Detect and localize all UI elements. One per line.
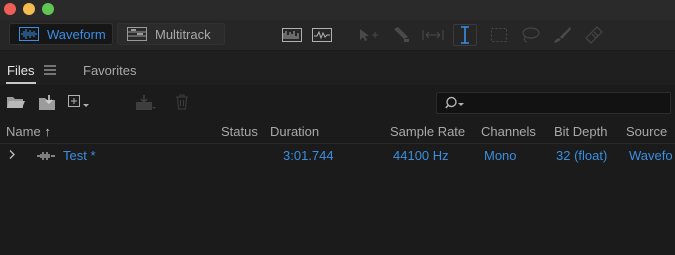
file-bit-depth: 32 (float) [556,148,608,163]
column-header-channels[interactable]: Channels [481,124,536,139]
close-window-button[interactable] [4,3,16,15]
column-header-duration[interactable]: Duration [270,124,319,139]
files-panel-header: Files Favorites [0,51,675,85]
column-header-source[interactable]: Source [626,124,667,139]
open-file-icon[interactable] [6,94,26,110]
spectral-frequency-display-icon[interactable] [280,24,304,46]
file-sample-rate: 44100 Hz [393,148,449,163]
main-toolbar: Waveform Multitrack [0,20,675,51]
column-header-bit-depth[interactable]: Bit Depth [554,124,607,139]
waveform-mode-label: Waveform [47,26,106,42]
file-channels: Mono [484,148,517,163]
marquee-selection-tool-icon[interactable] [487,24,511,46]
column-header-status[interactable]: Status [221,124,258,139]
new-file-icon[interactable] [67,94,91,110]
file-duration: 3:01.744 [283,148,334,163]
search-input[interactable] [436,92,671,114]
file-name[interactable]: Test * [63,148,96,163]
move-tool-icon[interactable] [356,24,380,46]
column-header-sample-rate[interactable]: Sample Rate [390,124,465,139]
spectral-pitch-display-icon[interactable] [310,24,334,46]
zoom-window-button[interactable] [42,3,54,15]
time-selection-tool-icon[interactable] [453,24,477,46]
waveform-mode-button[interactable]: Waveform [9,23,113,45]
column-header-name[interactable]: Name ↑ [6,124,51,139]
tab-favorites[interactable]: Favorites [83,63,136,78]
slip-tool-icon[interactable] [421,24,445,46]
insert-into-multitrack-icon[interactable] [135,94,157,112]
sort-ascending-icon: ↑ [44,124,51,139]
waveform-icon [19,27,39,41]
minimize-window-button[interactable] [23,3,35,15]
header-divider [0,143,675,144]
multitrack-mode-button[interactable]: Multitrack [117,23,225,45]
tab-files[interactable]: Files [7,63,34,78]
lasso-selection-tool-icon[interactable] [518,24,542,46]
chevron-right-icon[interactable] [8,149,16,160]
search-icon [445,96,464,109]
audio-file-icon [37,152,55,160]
active-tab-indicator [6,82,36,84]
panel-menu-icon[interactable] [44,65,56,75]
file-source: Wavefo [629,148,673,163]
brush-selection-tool-icon[interactable] [550,24,574,46]
import-file-icon[interactable] [37,94,59,112]
spot-healing-brush-icon[interactable] [582,24,606,46]
title-bar [0,0,675,20]
multitrack-mode-label: Multitrack [155,26,211,42]
razor-tool-icon[interactable] [389,24,413,46]
multitrack-icon [127,27,147,41]
delete-icon[interactable] [175,94,189,110]
